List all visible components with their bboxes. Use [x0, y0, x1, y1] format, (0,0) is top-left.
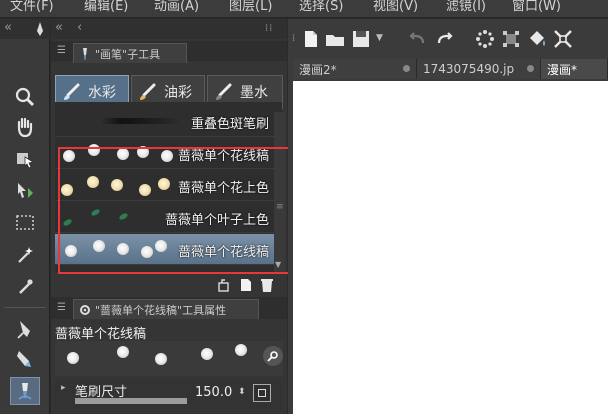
close-tab-icon[interactable]: [527, 65, 534, 72]
tab-tool-property-label: "蔷薇单个花线稿"工具属性: [95, 303, 227, 317]
hand-tool-icon[interactable]: [10, 113, 40, 141]
menu-animation[interactable]: 动画(A): [154, 0, 199, 14]
brush-size-row: ▸ 笔刷尺寸 150.0 ⬍: [55, 379, 283, 409]
eyedropper-tool-icon[interactable]: [10, 273, 40, 301]
save-icon[interactable]: [348, 25, 374, 53]
menu-layer[interactable]: 图层(L): [229, 0, 272, 14]
close-tab-icon[interactable]: [403, 65, 410, 72]
undo-icon[interactable]: [404, 25, 430, 53]
drawing-canvas[interactable]: [293, 81, 608, 414]
chevron-left-icon[interactable]: ‹: [77, 20, 82, 35]
pen-tab-icon[interactable]: [34, 21, 46, 41]
tool-palette-header: «: [0, 19, 50, 39]
menu-view[interactable]: 视图(V): [373, 0, 418, 14]
brush-label: 蔷薇单个花线稿: [177, 245, 269, 260]
tab-brush-subtool[interactable]: "画笔"子工具: [73, 43, 187, 63]
doc-tab-label: 1743075490.jp: [423, 62, 515, 76]
subtool-tab-row: ☰ "画笔"子工具: [51, 41, 287, 63]
menubar: 文件(F) 编辑(E) 动画(A) 图层(L) 选择(S) 视图(V) 滤镜(I…: [0, 0, 608, 18]
brush-label: 蔷薇单个花上色: [177, 181, 269, 196]
brush-label: 蔷薇单个花线稿: [177, 149, 269, 164]
menu-select[interactable]: 选择(S): [299, 0, 343, 14]
transform-icon[interactable]: [498, 25, 524, 53]
collapse-left-icon[interactable]: «: [4, 20, 12, 35]
save-dropdown-icon[interactable]: ▼: [376, 33, 383, 43]
size-dynamics-icon: [258, 389, 266, 397]
expand-arrow-icon[interactable]: ▸: [61, 383, 66, 393]
redo-icon[interactable]: [432, 25, 458, 53]
brush-label: 重叠色斑笔刷: [190, 117, 269, 132]
open-folder-icon[interactable]: [322, 25, 348, 53]
property-brush-preview: [55, 341, 283, 376]
subtool-panel-header: « ‹ ⁞⁞: [51, 19, 287, 39]
menu-edit[interactable]: 编辑(E): [84, 0, 128, 14]
panel-menu-icon[interactable]: ☰: [57, 45, 66, 56]
doc-tab-label: 漫画*: [547, 62, 578, 77]
panel-menu-icon[interactable]: ☰: [57, 302, 66, 313]
move-layer-tool-icon[interactable]: [10, 177, 40, 205]
size-dynamics-button[interactable]: [253, 384, 271, 402]
brush-row-rose-lineart[interactable]: 蔷薇单个花线稿: [55, 138, 275, 169]
brush-list-container: 重叠色斑笔刷 蔷薇单个花线稿 蔷薇单个花上色 蔷薇单个叶子上色 蔷薇单个花线稿: [51, 96, 287, 278]
size-stepper-icon[interactable]: ⬍: [238, 387, 246, 397]
drag-handle-icon[interactable]: ⁞⁞: [265, 23, 273, 34]
delete-subtool-icon[interactable]: [258, 276, 276, 294]
snap-dots-icon[interactable]: [472, 25, 498, 53]
fill-bucket-icon[interactable]: [524, 25, 550, 53]
pencil-tool-icon[interactable]: [10, 345, 40, 373]
tool-property-panel: 蔷薇单个花线稿 ▸ 笔刷尺寸 150.0 ⬍: [51, 319, 287, 414]
brush-size-slider[interactable]: [75, 398, 187, 404]
tab-brush-subtool-label: "画笔"子工具: [95, 47, 161, 61]
document-area: ⁞ ▼ 漫画2* 1743075490.jp 漫画*: [288, 19, 608, 414]
brush-row-overlap-blot[interactable]: 重叠色斑笔刷: [55, 106, 275, 137]
tool-property-gear-icon: [80, 304, 90, 315]
brush-row-rose-lineart-selected[interactable]: 蔷薇单个花线稿: [55, 234, 275, 265]
brush-list: 重叠色斑笔刷 蔷薇单个花线稿 蔷薇单个花上色 蔷薇单个叶子上色 蔷薇单个花线稿: [55, 102, 282, 272]
scroll-down-arrow-icon[interactable]: ▼: [275, 260, 281, 269]
brush-tab-icon: [83, 47, 87, 60]
fit-window-icon[interactable]: [550, 25, 576, 53]
menu-file[interactable]: 文件(F): [10, 0, 54, 14]
doc-tab-manga2[interactable]: 漫画2*: [293, 59, 417, 79]
object-tool-icon[interactable]: [10, 145, 40, 173]
new-subtool-icon[interactable]: [237, 276, 255, 294]
brush-preview-stroke: [101, 118, 181, 124]
drag-handle-icon[interactable]: ⁞: [292, 33, 295, 44]
menu-filter[interactable]: 滤镜(I): [446, 0, 486, 14]
doc-tab-label: 漫画2*: [299, 62, 337, 77]
scroll-grip-icon: ≡: [276, 202, 284, 212]
doc-tab-image[interactable]: 1743075490.jp: [417, 59, 541, 79]
wrench-icon[interactable]: [263, 346, 283, 366]
brush-row-rose-color[interactable]: 蔷薇单个花上色: [55, 170, 275, 201]
tool-palette: «: [0, 19, 50, 414]
magic-wand-tool-icon[interactable]: [10, 241, 40, 269]
zoom-tool-icon[interactable]: [10, 83, 40, 111]
tab-tool-property[interactable]: "蔷薇单个花线稿"工具属性: [73, 299, 259, 319]
new-file-icon[interactable]: [298, 25, 324, 53]
doc-tab-manga-active[interactable]: 漫画*: [541, 59, 608, 79]
brush-size-value[interactable]: 150.0: [195, 385, 232, 400]
selection-tool-icon[interactable]: [10, 209, 40, 237]
property-brush-name: 蔷薇单个花线稿: [55, 327, 147, 342]
brush-label: 蔷薇单个叶子上色: [164, 213, 269, 228]
brush-tool-icon[interactable]: [10, 377, 40, 405]
brush-row-rose-leaf[interactable]: 蔷薇单个叶子上色: [55, 202, 275, 233]
tool-property-header: ☰ "蔷薇单个花线稿"工具属性: [51, 297, 287, 319]
menu-window[interactable]: 窗口(W): [512, 0, 561, 14]
subtool-settings-icon[interactable]: [216, 276, 234, 294]
collapse-double-left-icon[interactable]: «: [55, 20, 63, 35]
pen-tool-icon[interactable]: [10, 315, 40, 343]
brush-list-scrollbar[interactable]: ≡ ▼: [274, 112, 285, 272]
